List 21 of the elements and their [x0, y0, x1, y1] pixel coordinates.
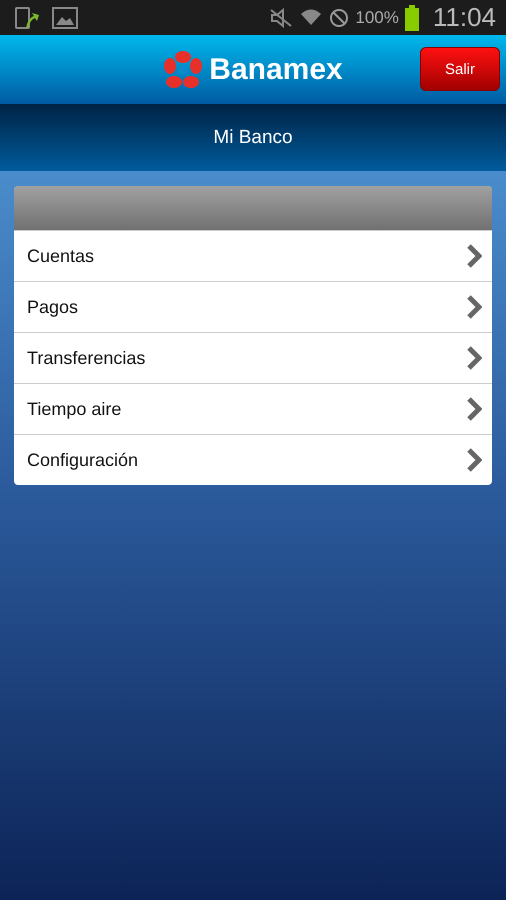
battery-percent: 100% [355, 8, 399, 28]
blocked-icon [329, 8, 350, 28]
clock: 11:04 [432, 2, 496, 33]
page-title: Mi Banco [213, 126, 293, 148]
logout-button[interactable]: Salir [420, 47, 500, 91]
mute-icon [269, 8, 294, 28]
upload-icon [14, 6, 40, 30]
chevron-right-icon [466, 244, 482, 268]
chevron-right-icon [466, 295, 482, 319]
menu-item[interactable]: Pagos [14, 281, 492, 332]
menu-item[interactable]: Configuración [14, 434, 492, 485]
brand-name: Banamex [209, 52, 343, 86]
image-icon [52, 6, 78, 30]
menu-item[interactable]: Cuentas [14, 230, 492, 281]
chevron-right-icon [466, 346, 482, 370]
chevron-right-icon [466, 448, 482, 472]
flower-logo-icon [163, 50, 204, 90]
chevron-right-icon [466, 397, 482, 421]
battery-icon [404, 4, 419, 30]
menu-item[interactable]: Transferencias [14, 332, 492, 383]
menu-item[interactable]: Tiempo aire [14, 383, 492, 434]
